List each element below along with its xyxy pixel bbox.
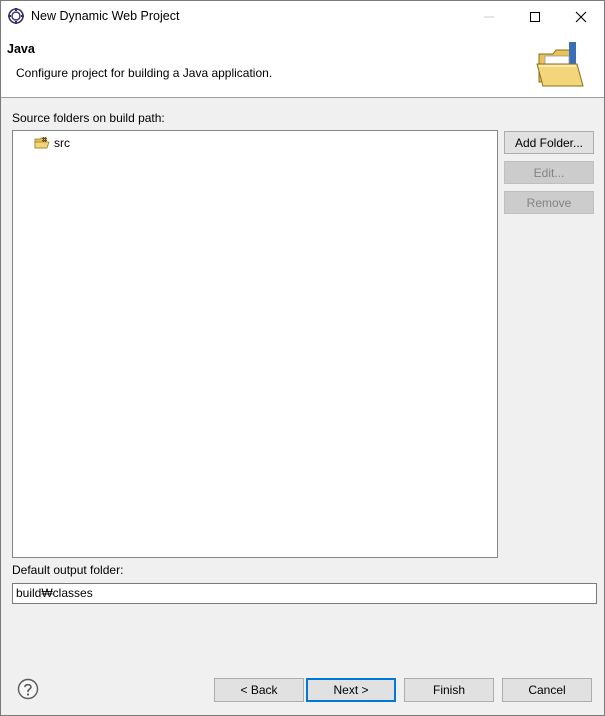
maximize-icon xyxy=(530,11,540,22)
add-folder-button[interactable]: Add Folder... xyxy=(504,131,594,154)
package-folder-icon xyxy=(34,137,50,149)
source-folders-tree[interactable]: src xyxy=(12,130,498,558)
page-description: Configure project for building a Java ap… xyxy=(16,66,273,80)
wizard-banner: Java Configure project for building a Ja… xyxy=(1,32,604,98)
tree-item-src[interactable]: src xyxy=(34,134,70,152)
tree-item-label: src xyxy=(54,136,70,150)
help-icon[interactable] xyxy=(17,678,39,700)
page-title: Java xyxy=(7,42,35,56)
close-icon xyxy=(575,11,587,22)
title-bar[interactable]: New Dynamic Web Project xyxy=(1,1,604,32)
minimize-button[interactable] xyxy=(466,1,512,32)
window-title: New Dynamic Web Project xyxy=(31,9,180,23)
edit-button[interactable]: Edit... xyxy=(504,161,594,184)
back-button[interactable]: < Back xyxy=(214,678,304,702)
close-button[interactable] xyxy=(558,1,604,32)
output-folder-input[interactable]: build₩classes xyxy=(12,583,597,604)
cancel-button[interactable]: Cancel xyxy=(502,678,592,702)
next-button[interactable]: Next > xyxy=(306,678,396,702)
output-folder-label: Default output folder: xyxy=(12,563,124,577)
eclipse-icon xyxy=(8,8,24,24)
finish-button[interactable]: Finish xyxy=(404,678,494,702)
dialog-window: New Dynamic Web Project Java Configure p… xyxy=(0,0,605,716)
minimize-icon xyxy=(484,16,494,17)
java-folder-icon xyxy=(536,42,584,87)
maximize-button[interactable] xyxy=(512,1,558,32)
source-folders-label: Source folders on build path: xyxy=(12,111,165,125)
remove-button[interactable]: Remove xyxy=(504,191,594,214)
